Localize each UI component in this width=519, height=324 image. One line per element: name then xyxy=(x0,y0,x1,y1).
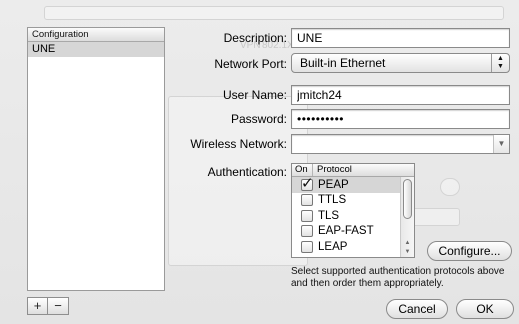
protocol-name: TLS xyxy=(318,209,340,222)
protocol-row-eap-fast[interactable]: EAP-FAST xyxy=(292,224,402,240)
network-port-select[interactable]: Built-in Ethernet ▲ ▼ xyxy=(291,53,510,73)
username-label: User Name: xyxy=(222,88,287,102)
password-field[interactable]: •••••••••• xyxy=(291,109,510,129)
cancel-button[interactable]: Cancel xyxy=(386,299,448,319)
username-field[interactable] xyxy=(291,85,510,105)
background-toolbar xyxy=(44,6,504,20)
scrollbar-thumb[interactable] xyxy=(403,179,412,219)
protocol-list-scrollbar[interactable]: ▲ ▼ xyxy=(400,177,414,257)
protocol-checkbox-peap[interactable] xyxy=(301,174,314,192)
protocol-name: PEAP xyxy=(318,178,349,191)
network-port-label: Network Port: xyxy=(214,57,287,71)
background-help-button xyxy=(440,178,460,196)
scroll-down-arrow-icon[interactable]: ▼ xyxy=(401,248,414,256)
protocol-name: TTLS xyxy=(318,194,347,207)
column-header-protocol[interactable]: Protocol xyxy=(313,164,352,176)
wireless-network-label: Wireless Network: xyxy=(190,137,287,151)
password-label: Password: xyxy=(230,112,287,126)
authentication-help-text: Select supported authentication protocol… xyxy=(291,266,505,289)
description-label: Description: xyxy=(223,31,287,45)
configuration-list[interactable]: Configuration UNE xyxy=(27,27,165,291)
list-controls: + − xyxy=(27,297,69,315)
configuration-item-une[interactable]: UNE xyxy=(28,42,164,57)
authentication-label: Authentication: xyxy=(207,165,287,179)
scroll-up-arrow-icon[interactable]: ▲ xyxy=(401,239,414,247)
network-port-value: Built-in Ethernet xyxy=(300,56,386,70)
chevron-down-icon[interactable]: ▼ xyxy=(493,135,509,153)
ok-button[interactable]: OK xyxy=(456,299,514,319)
description-field[interactable] xyxy=(291,28,510,48)
up-down-arrows-icon: ▲ ▼ xyxy=(491,54,509,72)
add-configuration-button[interactable]: + xyxy=(27,297,48,315)
protocol-checkbox-tls[interactable] xyxy=(301,209,313,222)
protocol-name: EAP-FAST xyxy=(318,225,374,238)
configuration-column-header[interactable]: Configuration xyxy=(28,28,164,42)
protocol-row-tls[interactable]: TLS xyxy=(292,208,402,224)
protocol-checkbox-eap-fast[interactable] xyxy=(301,225,313,238)
authentication-table[interactable]: On Protocol PEAP TTLS TLS EAP-FAST LEAP … xyxy=(291,163,415,258)
background-button xyxy=(410,208,460,226)
protocol-row-ttls[interactable]: TTLS xyxy=(292,193,402,209)
wireless-network-combo[interactable]: ▼ xyxy=(291,134,510,154)
protocol-row-peap[interactable]: PEAP xyxy=(292,174,402,193)
protocol-checkbox-ttls[interactable] xyxy=(301,194,313,207)
protocol-name: LEAP xyxy=(318,240,348,253)
configure-button[interactable]: Configure... xyxy=(427,241,512,261)
protocol-checkbox-leap[interactable] xyxy=(301,240,313,253)
protocol-row-leap[interactable]: LEAP xyxy=(292,239,402,255)
remove-configuration-button[interactable]: − xyxy=(48,297,69,315)
